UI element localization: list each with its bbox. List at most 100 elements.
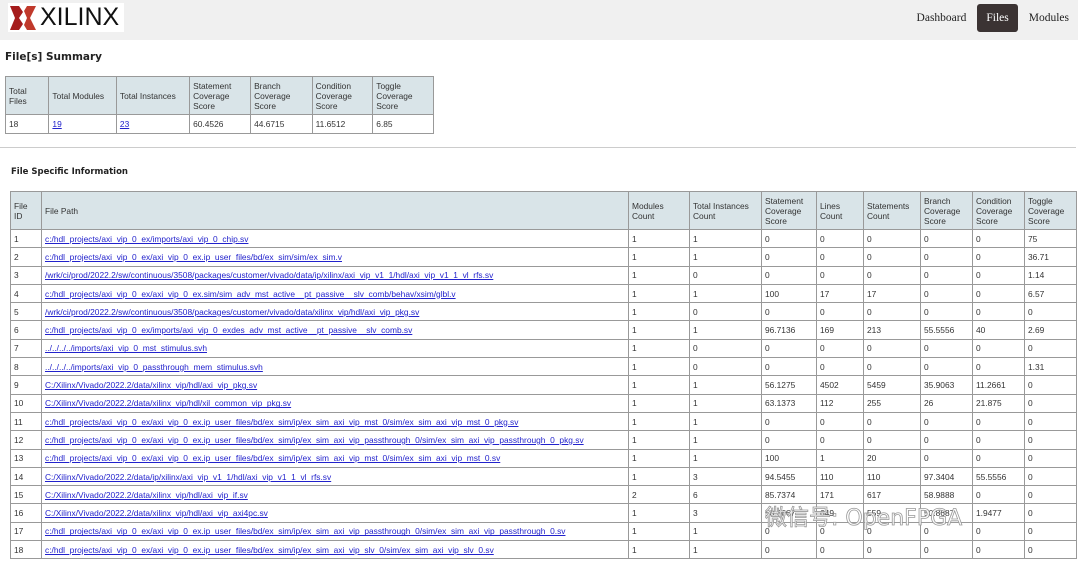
total-modules-link[interactable]: 19: [52, 119, 61, 129]
file-path-link[interactable]: c:/hdl_projects/axi_vip_0_ex/axi_vip_0_e…: [45, 435, 584, 445]
table-cell: 0: [761, 357, 817, 377]
table-cell: 0: [1024, 393, 1077, 413]
table-cell: 0: [761, 265, 817, 285]
file-path-link[interactable]: /wrk/ci/prod/2022.2/sw/continuous/3508/p…: [45, 307, 419, 317]
file-path-link[interactable]: C:/Xilinx/Vivado/2022.2/data/ip/xilinx/a…: [45, 472, 331, 482]
table-cell: 0: [689, 265, 762, 285]
file-path-link[interactable]: C:/Xilinx/Vivado/2022.2/data/xilinx_vip/…: [45, 380, 257, 390]
table-cell: 0: [972, 247, 1025, 267]
file-path-link[interactable]: ../../../../imports/axi_vip_0_passthroug…: [45, 362, 263, 372]
table-cell: 1: [628, 430, 690, 450]
file-path-link[interactable]: C:/Xilinx/Vivado/2022.2/data/xilinx_vip/…: [45, 490, 248, 500]
table-cell: 2: [10, 247, 42, 267]
table-cell: 0: [816, 430, 864, 450]
table-cell: 50.8687: [920, 503, 973, 523]
summary-header: Condition Coverage Score: [311, 76, 374, 115]
xilinx-logo[interactable]: XILINX: [8, 3, 124, 32]
file-path-link[interactable]: c:/hdl_projects/axi_vip_0_ex/axi_vip_0_e…: [45, 526, 565, 536]
table-cell: 3: [10, 265, 42, 285]
table-cell: 85.7374: [761, 485, 817, 505]
total-instances-link[interactable]: 23: [120, 119, 129, 129]
file-path-link[interactable]: c:/hdl_projects/axi_vip_0_ex/imports/axi…: [45, 325, 412, 335]
table-cell: 1.14: [1024, 265, 1077, 285]
summary-cell: 18: [4, 114, 50, 134]
table-cell: 1: [628, 411, 690, 432]
table-cell: 110: [863, 466, 921, 487]
column-header[interactable]: Branch Coverage Score: [920, 191, 973, 230]
column-header[interactable]: Modules Count: [628, 191, 690, 230]
nav-dashboard[interactable]: Dashboard: [908, 4, 976, 32]
table-cell: c:/hdl_projects/axi_vip_0_ex/axi_vip_0_e…: [41, 411, 629, 432]
table-cell: 36.71: [1024, 247, 1077, 267]
table-cell: 63.1373: [761, 393, 817, 413]
table-cell: 75: [1024, 228, 1077, 249]
table-cell: 20: [863, 448, 921, 468]
table-cell: /wrk/ci/prod/2022.2/sw/continuous/3508/p…: [41, 302, 629, 322]
file-path-link[interactable]: c:/hdl_projects/axi_vip_0_ex/axi_vip_0_e…: [45, 453, 500, 463]
column-header[interactable]: Statement Coverage Score: [761, 191, 817, 230]
table-cell: 0: [761, 540, 817, 560]
table-cell: 0: [689, 338, 762, 359]
table-cell: 0: [863, 411, 921, 432]
table-cell: 97.3404: [920, 466, 973, 487]
files-table: File ID File Path Modules Count Total Insta…: [10, 191, 1077, 560]
column-header[interactable]: File Path: [41, 191, 629, 230]
table-cell: 0: [972, 485, 1025, 505]
table-cell: 1: [689, 320, 762, 340]
summary-cell: 19: [48, 114, 117, 134]
table-cell: 0: [972, 540, 1025, 560]
table-cell: c:/hdl_projects/axi_vip_0_ex/axi_vip_0_e…: [41, 521, 629, 542]
xilinx-logo-icon: [10, 5, 36, 30]
nav-files[interactable]: Files: [977, 4, 1018, 32]
file-path-link[interactable]: c:/hdl_projects/axi_vip_0_ex/axi_vip_0_e…: [45, 289, 456, 299]
column-header[interactable]: Toggle Coverage Score: [1024, 191, 1077, 230]
file-path-link[interactable]: c:/hdl_projects/axi_vip_0_ex/axi_vip_0_e…: [45, 417, 518, 427]
file-path-link[interactable]: c:/hdl_projects/axi_vip_0_ex/imports/axi…: [45, 234, 248, 244]
table-cell: 0: [816, 521, 864, 542]
column-header[interactable]: Total Instances Count: [689, 191, 762, 230]
summary-cell: 44.6715: [250, 114, 313, 134]
column-header[interactable]: Statements Count: [863, 191, 921, 230]
file-path-link[interactable]: ../../../../imports/axi_vip_0_mst_stimul…: [45, 343, 207, 353]
table-cell: 0: [761, 247, 817, 267]
table-row: 1 0 C:/Xilinx/Vivado/2022.2/data/xilinx_vi…: [10, 393, 1077, 413]
table-cell: 0: [863, 430, 921, 450]
table-cell: 0: [863, 338, 921, 359]
table-cell: 1: [10, 228, 42, 249]
column-header[interactable]: File ID: [10, 191, 42, 230]
file-path-link[interactable]: c:/hdl_projects/axi_vip_0_ex/axi_vip_0_e…: [45, 252, 342, 262]
table-cell: 0: [920, 540, 973, 560]
table-cell: 1: [628, 357, 690, 377]
table-cell: 1: [628, 393, 690, 413]
table-cell: 0: [1024, 375, 1077, 395]
table-cell: 35.9063: [920, 375, 973, 395]
nav-modules[interactable]: Modules: [1020, 4, 1078, 32]
table-cell: 8: [10, 357, 42, 377]
table-row: 2 c:/hdl_projects/axi_vip_0_ex/axi_vip_0_…: [10, 247, 1077, 267]
table-cell: 6: [10, 320, 42, 340]
table-cell: 1: [628, 521, 690, 542]
table-cell: 0: [863, 228, 921, 249]
file-path-link[interactable]: C:/Xilinx/Vivado/2022.2/data/xilinx_vip/…: [45, 398, 291, 408]
table-cell: ../../../../imports/axi_vip_0_passthroug…: [41, 357, 629, 377]
table-cell: 255: [863, 393, 921, 413]
table-row: 14 C:/Xilinx/Vivado/2022.2/data/ip/xilinx…: [10, 466, 1077, 487]
file-path-link[interactable]: /wrk/ci/prod/2022.2/sw/continuous/3508/p…: [45, 270, 493, 280]
table-row: 17 c:/hdl_projects/axi_vip_0_ex/axi_vip_0…: [10, 521, 1077, 542]
summary-header: Branch Coverage Score: [250, 76, 313, 115]
table-row: 18 c:/hdl_projects/axi_vip_0_ex/axi_vip_0…: [10, 540, 1077, 560]
file-path-link[interactable]: c:/hdl_projects/axi_vip_0_ex/axi_vip_0_e…: [45, 545, 494, 555]
table-row: 11 c:/hdl_projects/axi_vip_0_ex/axi_vip_0…: [10, 411, 1077, 432]
table-cell: 0: [1024, 338, 1077, 359]
table-row: 13 c:/hdl_projects/axi_vip_0_ex/axi_vip_0…: [10, 448, 1077, 468]
table-cell: 14: [10, 466, 42, 487]
table-cell: c:/hdl_projects/axi_vip_0_ex/axi_vip_0_e…: [41, 430, 629, 450]
column-header[interactable]: Lines Count: [816, 191, 864, 230]
column-header[interactable]: Condition Coverage Score: [972, 191, 1025, 230]
table-cell: 0: [816, 265, 864, 285]
table-cell: 0: [816, 540, 864, 560]
file-path-link[interactable]: C:/Xilinx/Vivado/2022.2/data/xilinx_vip/…: [45, 508, 268, 518]
table-cell: 0: [761, 521, 817, 542]
table-cell: 56.1275: [761, 375, 817, 395]
table-cell: 0: [689, 357, 762, 377]
